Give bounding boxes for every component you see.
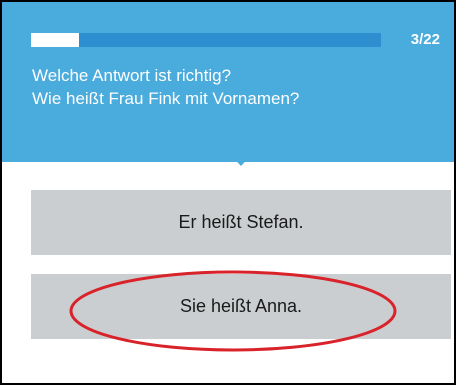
question-instruction: Welche Antwort ist richtig? bbox=[32, 66, 232, 85]
question-prompt: Wie heißt Frau Fink mit Vornamen? bbox=[32, 89, 300, 108]
progress-counter: 3/22 bbox=[410, 31, 440, 48]
question-header: 3/22 Welche Antwort ist richtig? Wie hei… bbox=[2, 2, 454, 162]
question-text: Welche Antwort ist richtig? Wie heißt Fr… bbox=[32, 64, 299, 110]
quiz-screen: 3/22 Welche Antwort ist richtig? Wie hei… bbox=[0, 0, 456, 385]
answer-option-anna[interactable]: Sie heißt Anna. bbox=[31, 274, 451, 339]
progress-bar-fill bbox=[31, 33, 79, 47]
answer-option-stefan[interactable]: Er heißt Stefan. bbox=[31, 190, 451, 255]
progress-bar bbox=[31, 33, 381, 47]
header-pointer bbox=[228, 152, 254, 166]
